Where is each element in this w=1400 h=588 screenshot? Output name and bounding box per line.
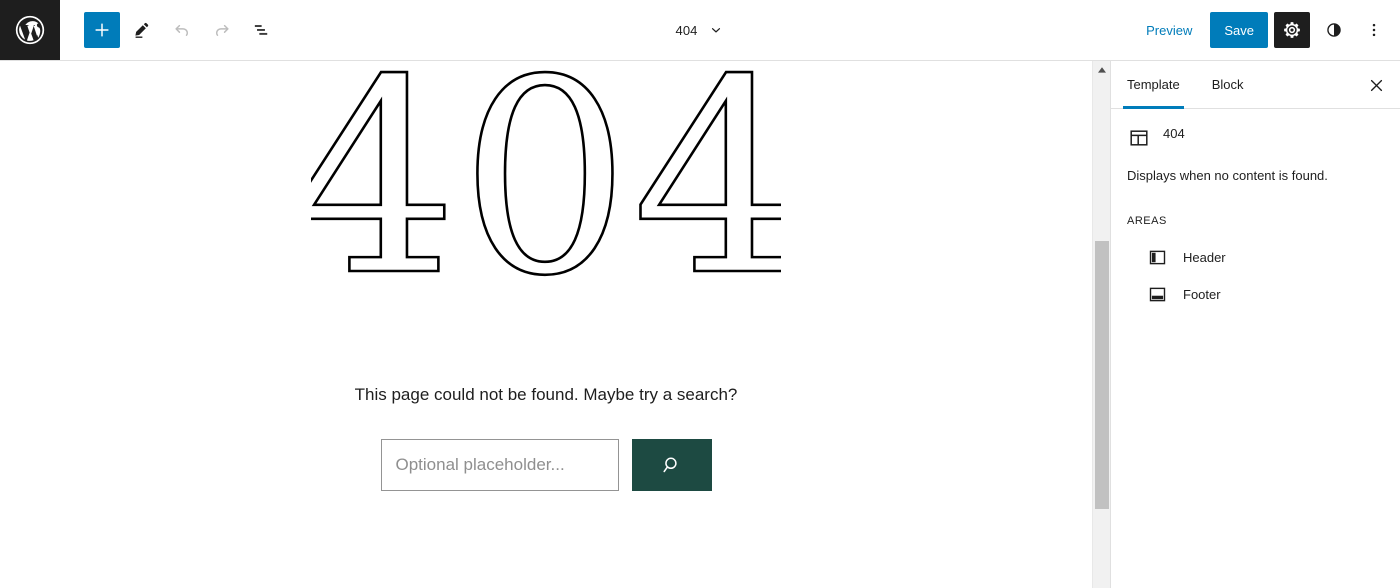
list-view-button[interactable] <box>244 12 280 48</box>
header-area-icon <box>1147 247 1171 268</box>
document-title-text: 404 <box>675 22 698 38</box>
wordpress-logo-icon[interactable] <box>0 0 60 60</box>
more-vertical-icon <box>1372 23 1376 37</box>
search-block <box>380 439 712 491</box>
area-item-footer[interactable]: Footer <box>1127 276 1384 313</box>
template-summary: 404 <box>1127 125 1384 155</box>
close-sidebar-button[interactable] <box>1358 67 1394 103</box>
styles-button[interactable] <box>1316 12 1352 48</box>
preview-button[interactable]: Preview <box>1134 17 1204 44</box>
redo-button[interactable] <box>204 12 240 48</box>
sidebar-tablist: Template Block <box>1111 61 1400 109</box>
settings-button[interactable] <box>1274 12 1310 48</box>
editor-body: 404 This page could not be found. Maybe … <box>0 61 1400 588</box>
error-code-text: 404 <box>311 66 781 316</box>
add-block-button[interactable] <box>84 12 120 48</box>
scrollbar-thumb[interactable] <box>1095 241 1109 509</box>
search-input[interactable] <box>380 439 619 491</box>
edit-tool-button[interactable] <box>124 12 160 48</box>
footer-area-icon <box>1147 284 1171 305</box>
scroll-up-arrow-icon[interactable] <box>1093 61 1111 78</box>
settings-sidebar: Template Block 404 Displays when no cont… <box>1110 61 1400 588</box>
search-icon <box>662 457 677 473</box>
header-toolbar <box>60 12 280 48</box>
document-title-dropdown[interactable]: 404 <box>668 15 733 45</box>
search-submit-button[interactable] <box>631 439 712 491</box>
area-label: Footer <box>1183 287 1221 302</box>
editor-header: 404 Preview Save <box>0 0 1400 61</box>
wordpress-site-editor: 404 Preview Save 404 This page could not… <box>0 0 1400 588</box>
close-icon <box>1370 79 1382 91</box>
areas-section-label: AREAS <box>1127 215 1167 227</box>
tab-block[interactable]: Block <box>1196 61 1260 108</box>
area-item-header[interactable]: Header <box>1127 239 1384 276</box>
gear-icon <box>1284 22 1300 38</box>
template-description: Displays when no content is found. <box>1127 168 1328 183</box>
contrast-circle-icon <box>1327 23 1341 37</box>
undo-button[interactable] <box>164 12 200 48</box>
template-preview: 404 This page could not be found. Maybe … <box>0 61 1092 491</box>
areas-list: Header Footer <box>1127 239 1384 313</box>
header-actions: Preview Save <box>1134 0 1390 60</box>
template-layout-icon <box>1127 126 1151 155</box>
canvas-scrollbar[interactable] <box>1092 61 1110 588</box>
chevron-down-icon <box>711 28 720 33</box>
save-button[interactable]: Save <box>1210 12 1268 48</box>
editor-canvas[interactable]: 404 This page could not be found. Maybe … <box>0 61 1092 588</box>
error-code-heading[interactable]: 404 <box>0 61 1092 321</box>
tab-template[interactable]: Template <box>1111 61 1196 109</box>
error-message-text: This page could not be found. Maybe try … <box>354 385 738 404</box>
more-options-button[interactable] <box>1358 12 1390 48</box>
template-name: 404 <box>1163 126 1185 141</box>
area-label: Header <box>1183 250 1226 265</box>
template-panel: 404 Displays when no content is found. A… <box>1111 109 1400 313</box>
